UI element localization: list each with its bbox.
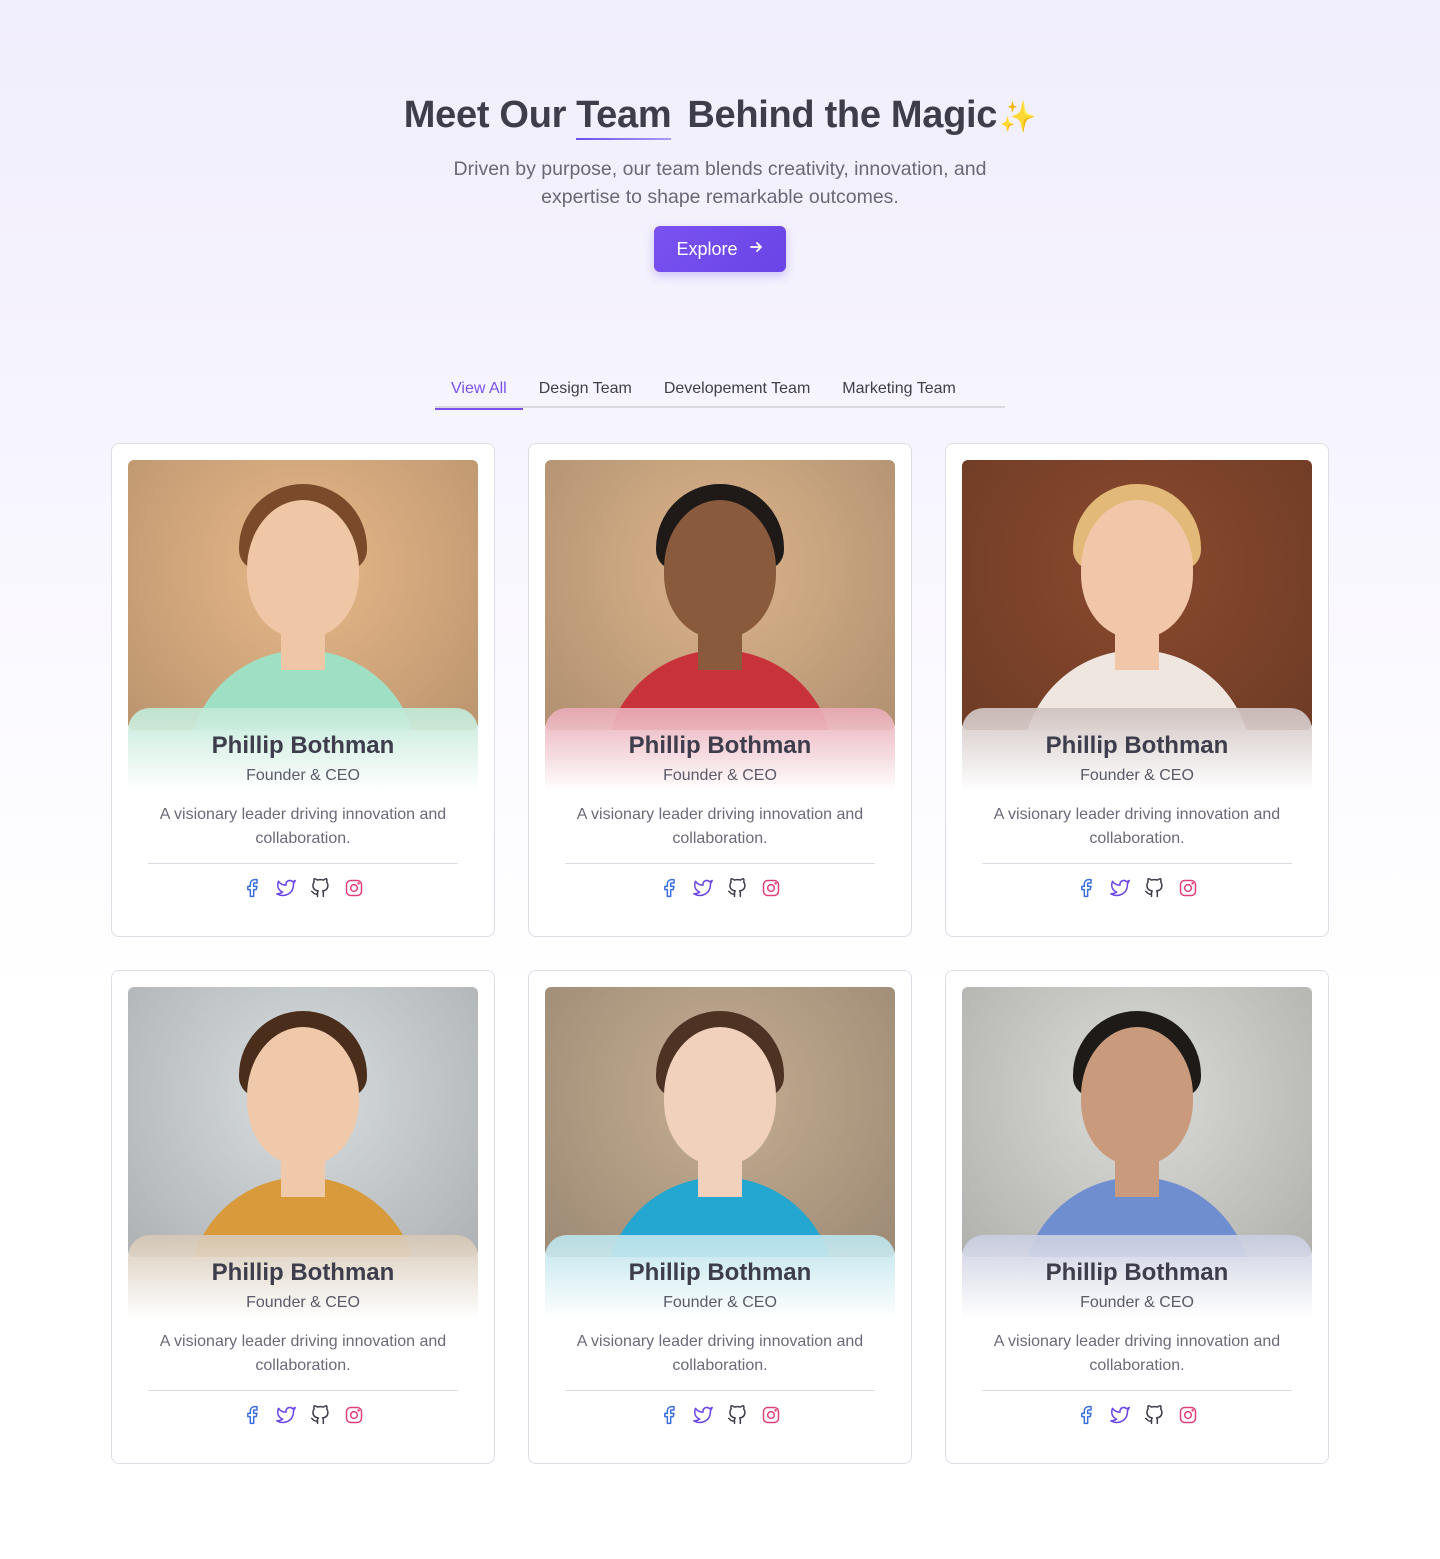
facebook-icon[interactable] (242, 878, 262, 898)
member-photo (962, 987, 1312, 1257)
facebook-icon[interactable] (1076, 878, 1096, 898)
member-role: Founder & CEO (1080, 767, 1194, 784)
twitter-icon[interactable] (1110, 878, 1130, 898)
page-title: Meet Our Team Behind the Magic ✨ (0, 94, 1440, 140)
twitter-icon[interactable] (693, 878, 713, 898)
member-name: Phillip Bothman (1045, 1259, 1229, 1286)
facebook-icon[interactable] (659, 878, 679, 898)
divider (565, 863, 875, 864)
social-links (112, 1405, 494, 1425)
member-description: A visionary leader driving innovation an… (159, 1333, 447, 1374)
social-links (529, 878, 911, 898)
team-member-card: Phillip Bothman Founder & CEO A visionar… (528, 970, 912, 1464)
instagram-icon[interactable] (344, 878, 364, 898)
title-start: Meet Our (403, 94, 567, 136)
member-role: Founder & CEO (246, 767, 360, 784)
explore-label: Explore (676, 238, 738, 259)
github-icon[interactable] (727, 878, 747, 898)
member-photo (128, 460, 478, 730)
team-member-card: Phillip Bothman Founder & CEO A visionar… (945, 443, 1329, 937)
tab-view-all[interactable]: View All (435, 370, 523, 410)
team-member-card: Phillip Bothman Founder & CEO A visionar… (111, 970, 495, 1464)
github-icon[interactable] (727, 1405, 747, 1425)
tab-developement-team[interactable]: Developement Team (648, 370, 826, 408)
github-icon[interactable] (1144, 878, 1164, 898)
member-photo (128, 987, 478, 1257)
member-name: Phillip Bothman (628, 1259, 812, 1286)
sparkle-icon: ✨ (999, 101, 1037, 134)
social-links (112, 878, 494, 898)
member-photo (545, 987, 895, 1257)
instagram-icon[interactable] (344, 1405, 364, 1425)
title-accent: Team (576, 94, 672, 140)
title-end: Behind the Magic (687, 94, 998, 136)
tab-design-team[interactable]: Design Team (523, 370, 648, 408)
member-role: Founder & CEO (246, 1294, 360, 1311)
member-role: Founder & CEO (1080, 1294, 1194, 1311)
twitter-icon[interactable] (1110, 1405, 1130, 1425)
team-member-card: Phillip Bothman Founder & CEO A visionar… (945, 970, 1329, 1464)
twitter-icon[interactable] (276, 1405, 296, 1425)
member-name: Phillip Bothman (211, 1259, 395, 1286)
team-filter-tabs: View All Design Team Developement Team Mark… (435, 370, 1005, 410)
team-grid: Phillip Bothman Founder & CEO A visionar… (111, 443, 1329, 1464)
github-icon[interactable] (310, 1405, 330, 1425)
twitter-icon[interactable] (276, 878, 296, 898)
instagram-icon[interactable] (1178, 1405, 1198, 1425)
member-description: A visionary leader driving innovation an… (993, 806, 1281, 847)
member-name: Phillip Bothman (1045, 732, 1229, 759)
member-photo (962, 460, 1312, 730)
social-links (529, 1405, 911, 1425)
divider (565, 1390, 875, 1391)
github-icon[interactable] (1144, 1405, 1164, 1425)
member-description: A visionary leader driving innovation an… (159, 806, 447, 847)
member-description: A visionary leader driving innovation an… (576, 1333, 864, 1374)
member-name: Phillip Bothman (628, 732, 812, 759)
tab-marketing-team[interactable]: Marketing Team (826, 370, 972, 408)
divider (982, 863, 1292, 864)
member-photo (545, 460, 895, 730)
divider (148, 863, 458, 864)
team-member-card: Phillip Bothman Founder & CEO A visionar… (111, 443, 495, 937)
member-description: A visionary leader driving innovation an… (576, 806, 864, 847)
member-role: Founder & CEO (663, 1294, 777, 1311)
github-icon[interactable] (310, 878, 330, 898)
instagram-icon[interactable] (1178, 878, 1198, 898)
facebook-icon[interactable] (1076, 1405, 1096, 1425)
explore-button[interactable]: Explore (654, 226, 786, 272)
member-name: Phillip Bothman (211, 732, 395, 759)
social-links (946, 878, 1328, 898)
facebook-icon[interactable] (242, 1405, 262, 1425)
social-links (946, 1405, 1328, 1425)
instagram-icon[interactable] (761, 878, 781, 898)
arrow-right-icon (748, 239, 764, 260)
team-member-card: Phillip Bothman Founder & CEO A visionar… (528, 443, 912, 937)
divider (148, 1390, 458, 1391)
divider (982, 1390, 1292, 1391)
facebook-icon[interactable] (659, 1405, 679, 1425)
member-role: Founder & CEO (663, 767, 777, 784)
hero-subtitle: Driven by purpose, our team blends creat… (453, 158, 987, 208)
instagram-icon[interactable] (761, 1405, 781, 1425)
twitter-icon[interactable] (693, 1405, 713, 1425)
member-description: A visionary leader driving innovation an… (993, 1333, 1281, 1374)
